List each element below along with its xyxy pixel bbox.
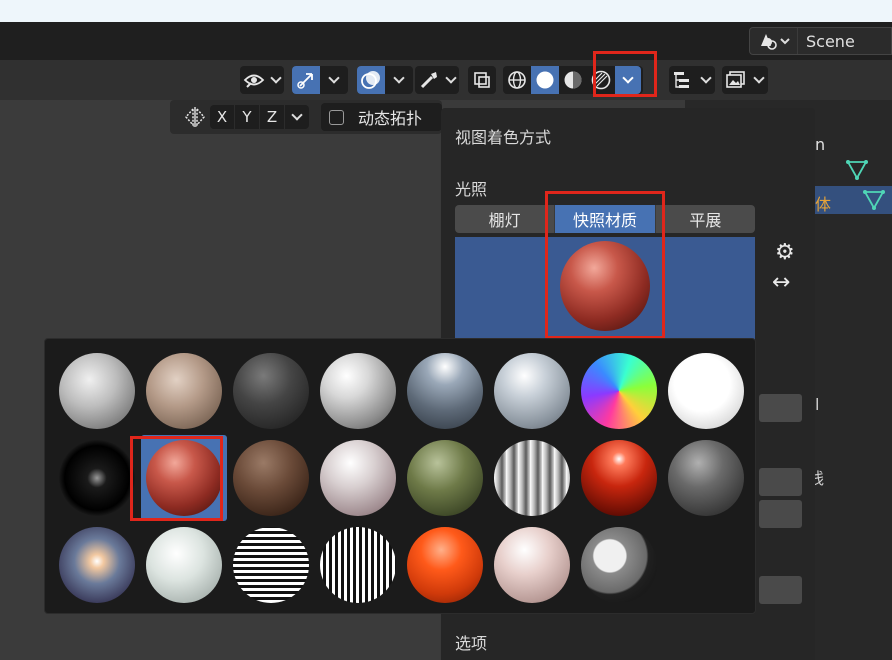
options-title: 选项 — [455, 634, 488, 653]
dynamic-topology-checkbox[interactable] — [329, 109, 344, 125]
xray-icon — [468, 66, 496, 94]
window-top-strip — [0, 0, 892, 22]
material-shading-icon[interactable] — [559, 66, 587, 94]
gizmo-button[interactable] — [292, 66, 348, 94]
matcap-swatch[interactable] — [59, 440, 135, 516]
matcap-swatch[interactable] — [668, 440, 744, 516]
highlight-shading-dropdown — [593, 51, 657, 97]
mesh-icon — [846, 160, 868, 184]
highlight-selected-matcap — [130, 436, 223, 521]
overlay-icon — [357, 66, 385, 94]
matcap-swatch[interactable] — [59, 527, 135, 603]
gizmo-icon — [292, 66, 320, 94]
matcap-swatch[interactable] — [407, 440, 483, 516]
panel-field[interactable] — [759, 468, 802, 496]
matcap-swatch[interactable] — [407, 527, 483, 603]
mesh-icon — [863, 190, 885, 214]
matcap-swatch[interactable] — [494, 527, 570, 603]
axis-z-button[interactable]: Z — [260, 105, 284, 129]
matcap-swatch[interactable] — [59, 353, 135, 429]
panel-field[interactable] — [759, 576, 802, 604]
panel-field[interactable] — [759, 500, 802, 528]
matcap-swatch[interactable] — [581, 353, 657, 429]
matcap-swatch[interactable] — [494, 440, 570, 516]
axis-x-button[interactable]: X — [210, 105, 234, 129]
matcap-swatch[interactable] — [146, 527, 222, 603]
flip-arrow-icon[interactable]: ↔ — [772, 270, 790, 295]
matcap-swatch[interactable] — [320, 440, 396, 516]
matcap-swatch[interactable] — [494, 353, 570, 429]
outliner-selected-text: 体 — [815, 195, 832, 214]
brush-icon — [415, 66, 443, 94]
lighting-title: 光照 — [455, 180, 488, 199]
matcap-swatch[interactable] — [320, 527, 396, 603]
visibility-eye-icon — [240, 66, 268, 94]
matcap-swatch[interactable] — [146, 353, 222, 429]
dynamic-topology-toggle[interactable]: 动态拓扑 — [321, 103, 442, 131]
matcap-swatch[interactable] — [233, 353, 309, 429]
solid-shading-icon[interactable] — [531, 66, 559, 94]
panel-field[interactable] — [759, 394, 802, 422]
filter-icon — [669, 66, 697, 94]
scene-selector[interactable]: Scene — [749, 27, 892, 55]
matcap-swatch[interactable] — [233, 440, 309, 516]
matcap-swatch[interactable] — [407, 353, 483, 429]
wireframe-shading-icon[interactable] — [503, 66, 531, 94]
overlay-button[interactable] — [357, 66, 413, 94]
panel-title: 视图着色方式 — [455, 128, 552, 147]
matcap-swatch[interactable] — [581, 527, 657, 603]
scene-name: Scene — [806, 31, 855, 51]
xray-button[interactable] — [468, 66, 496, 94]
mesh-edit-overlay-button[interactable] — [415, 66, 459, 94]
outliner-item-text: n — [815, 135, 826, 154]
matcap-swatch[interactable] — [668, 353, 744, 429]
axis-y-button[interactable]: Y — [235, 105, 259, 129]
tab-flat[interactable]: 平展 — [656, 205, 755, 233]
mirror-icon[interactable] — [182, 105, 208, 129]
dynamic-topology-label: 动态拓扑 — [358, 109, 423, 128]
matcap-swatch[interactable] — [581, 440, 657, 516]
matcap-swatch[interactable] — [233, 527, 309, 603]
axis-dropdown[interactable] — [285, 105, 309, 129]
tab-studio[interactable]: 棚灯 — [455, 205, 556, 233]
visibility-button[interactable] — [240, 66, 284, 94]
highlight-matcap-tab — [545, 191, 665, 339]
properties-partial-text: l — [815, 395, 820, 414]
image-icon — [722, 66, 750, 94]
filter-button[interactable] — [669, 66, 715, 94]
gear-icon[interactable]: ⚙ — [775, 240, 795, 265]
display-mode-button[interactable] — [722, 66, 768, 94]
matcap-swatch[interactable] — [320, 353, 396, 429]
scene-icon[interactable] — [750, 28, 798, 54]
